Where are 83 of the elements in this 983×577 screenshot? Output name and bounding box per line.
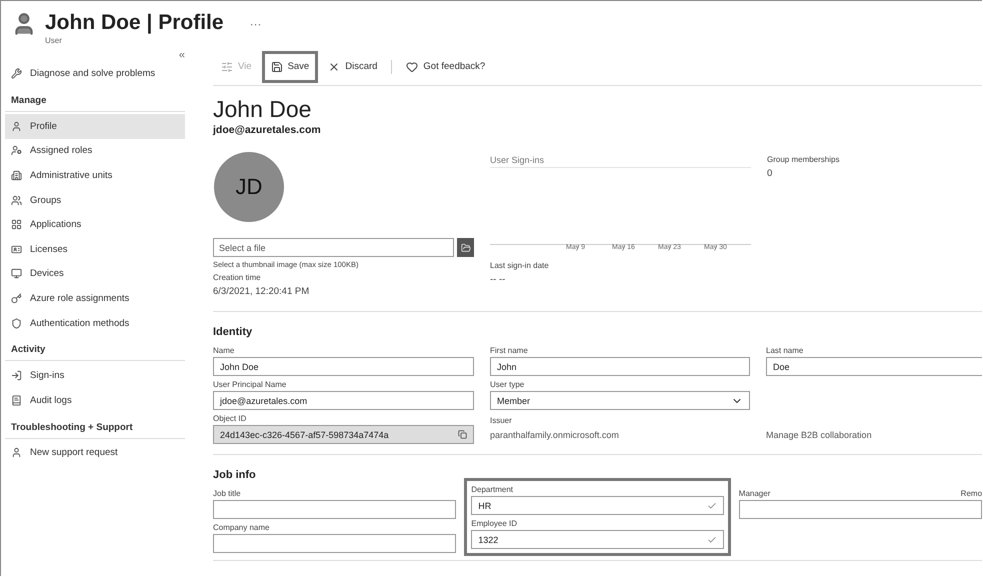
save-button[interactable]: Save — [262, 51, 318, 83]
sidebar-item[interactable]: Profile — [5, 114, 185, 139]
folder-icon — [460, 242, 470, 252]
sidebar-item[interactable]: Applications — [5, 212, 185, 237]
heart-icon — [406, 61, 418, 73]
field-label: User type — [490, 380, 526, 389]
text-field[interactable]: Doe — [766, 357, 982, 376]
field-label: Name — [213, 346, 236, 355]
sidebar-item[interactable]: Sign-ins — [5, 363, 185, 388]
remove-link[interactable]: Remo — [960, 489, 982, 498]
section-heading: Manage — [5, 86, 185, 112]
text-field[interactable]: jdoe@azuretales.com — [213, 391, 474, 410]
wrench-icon — [11, 68, 22, 79]
field-value: -- -- — [490, 274, 506, 285]
field-value: 0 — [767, 168, 774, 179]
field-label: Creation time — [213, 273, 262, 282]
field-label: Issuer — [490, 416, 513, 425]
people-icon — [11, 194, 22, 206]
field-label: First name — [490, 346, 529, 355]
sidebar-item[interactable]: Assigned roles — [5, 138, 185, 164]
sidebar-item[interactable]: Administrative units — [5, 163, 185, 188]
field-label: Department — [471, 485, 514, 494]
building-icon — [11, 170, 22, 181]
person-gear-icon — [11, 145, 22, 156]
person-icon — [11, 447, 22, 458]
copy-icon[interactable] — [458, 430, 467, 439]
sidebar-item[interactable]: Groups — [5, 188, 185, 212]
grid-icon — [11, 219, 22, 230]
field-label: Employee ID — [471, 519, 518, 528]
sign-in-icon — [11, 370, 22, 382]
sidebar-item[interactable]: Azure role assignments — [5, 286, 185, 311]
text-field[interactable]: HR — [471, 496, 724, 515]
collapse-button[interactable]: « — [178, 49, 185, 61]
id-card-icon — [11, 244, 22, 255]
field-label: Company name — [213, 523, 270, 532]
sidebar-item[interactable]: Devices — [5, 262, 185, 286]
key-icon — [11, 292, 22, 304]
field-value: paranthalfamily.onmicrosoft.com — [490, 428, 620, 442]
text-field[interactable] — [738, 500, 982, 519]
field-value: 6/3/2021, 12:20:41 PM — [213, 286, 310, 297]
feedback-button[interactable]: Got feedback? — [400, 51, 492, 83]
check-icon — [706, 500, 717, 510]
sidebar-item[interactable]: Authentication methods — [5, 310, 185, 336]
sliders-icon — [221, 61, 233, 73]
sidebar-item[interactable]: Diagnose and solve problems — [5, 61, 185, 86]
chart-title: User Sign-ins — [490, 155, 751, 168]
shield-icon — [11, 318, 22, 329]
section-title: Identity — [213, 326, 254, 338]
more-button[interactable]: ··· — [250, 17, 262, 31]
field-label: User Principal Name — [213, 380, 288, 389]
text-field[interactable]: John Doe — [213, 357, 474, 376]
readonly-field: 24d143ec-c326-4567-af57-598734a7474a — [213, 425, 474, 444]
text-field[interactable] — [213, 534, 456, 553]
person-icon — [11, 120, 22, 132]
text-field[interactable]: John — [490, 357, 750, 376]
field-label: Last name — [766, 346, 804, 355]
dropdown[interactable]: Member — [490, 391, 750, 410]
page-title: John Doe | Profile — [45, 11, 224, 35]
user-name: John Doe — [213, 96, 312, 123]
monitor-icon — [11, 268, 22, 280]
field-label: Last sign-in date — [490, 261, 550, 270]
discard-button[interactable]: Discard — [322, 51, 384, 83]
field-label: Group memberships — [767, 155, 840, 164]
field-label: Object ID — [213, 414, 248, 423]
collaboration-link[interactable]: Manage B2B collaboration — [766, 425, 982, 444]
book-icon — [11, 394, 22, 406]
section-title: Job info — [213, 469, 257, 481]
file-field[interactable]: Select a file — [213, 238, 454, 257]
field-label: Manager — [738, 489, 770, 498]
text-field[interactable]: 1322 — [471, 530, 724, 549]
avatar: JD — [214, 152, 284, 222]
sidebar-item[interactable]: Licenses — [5, 236, 185, 262]
sidebar-item[interactable]: New support request — [5, 440, 185, 466]
text-field[interactable] — [213, 500, 456, 519]
section-heading: Activity — [5, 335, 185, 362]
field-label: Job title — [213, 489, 241, 498]
section-heading: Troubleshooting + Support — [5, 412, 185, 439]
check-icon — [706, 534, 717, 544]
close-icon — [328, 61, 340, 73]
page-subtitle: User — [45, 36, 63, 45]
user-email: jdoe@azuretales.com — [213, 124, 322, 136]
sidebar-item[interactable]: Audit logs — [5, 388, 185, 413]
browse-button[interactable] — [457, 238, 474, 257]
